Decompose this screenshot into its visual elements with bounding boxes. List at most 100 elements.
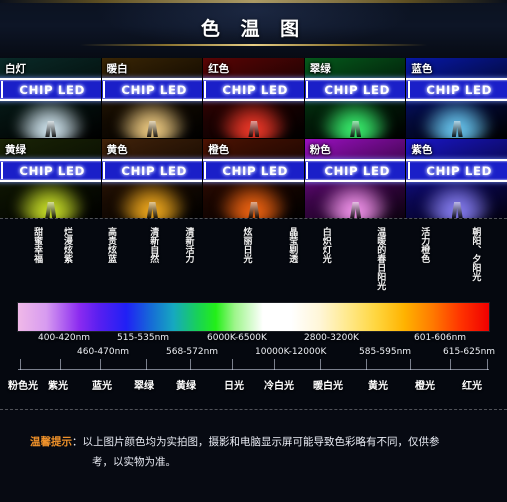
chip-led-badge: CHIP LED	[203, 78, 304, 101]
chip-led-text: CHIP LED	[19, 163, 86, 178]
page-title: 色 温 图	[200, 18, 307, 40]
mood-label: 炫丽日光	[241, 227, 252, 263]
chip-bracket-left-icon	[204, 162, 207, 179]
light-type-label: 冷白光	[264, 381, 294, 392]
mood-label: 温暖的春日阳光	[375, 227, 386, 290]
wavelength-range-label: 6000K-6500K	[207, 333, 267, 343]
led-cell[interactable]: 橙色 CHIP LED	[203, 139, 304, 219]
footer-note-panel: 温馨提示：以上图片颜色均为实拍图，摄影和电脑显示屏可能导致色彩略有不同，仅供参考…	[0, 409, 507, 502]
light-type-label: 粉色光	[8, 381, 38, 392]
light-type-label: 日光	[224, 381, 244, 392]
chip-bracket-left-icon	[102, 81, 105, 98]
led-cell[interactable]: 白灯 CHIP LED	[0, 58, 101, 138]
mood-label: 朝阳、夕阳光	[470, 227, 481, 281]
wavelength-range-label: 568-572nm	[166, 347, 219, 357]
chip-led-text: CHIP LED	[121, 163, 187, 178]
chip-bracket-left-icon	[306, 81, 309, 98]
led-glow	[114, 179, 189, 219]
led-cell[interactable]: 黄色 CHIP LED	[101, 139, 203, 219]
note-line1: 以上图片颜色均为实拍图，摄影和电脑显示屏可能导致色彩略有不同，仅供参	[82, 436, 440, 448]
page-header: 色 温 图	[0, 0, 507, 58]
light-type-label-row: 粉色光 紫光 蓝光 翠绿 黄绿 日光 冷白光 暖白光 黄光 橙光 红光	[0, 377, 507, 397]
mood-label: 清新自然	[148, 227, 159, 263]
led-glow	[114, 98, 189, 138]
light-type-label: 黄光	[368, 381, 388, 392]
chip-led-text: CHIP LED	[425, 163, 492, 178]
led-cell[interactable]: 黄绿 CHIP LED	[0, 139, 101, 219]
chip-led-badge: CHIP LED	[406, 159, 507, 182]
led-color-grid: 白灯 CHIP LED 暖白 CHIP LED 红色 CHIP LED 翠绿 CHIP LED…	[0, 58, 507, 219]
chip-led-badge: CHIP LED	[203, 159, 304, 182]
led-glow	[419, 179, 494, 219]
led-glow	[318, 98, 393, 138]
led-glow	[318, 179, 393, 219]
chip-bracket-left-icon	[306, 162, 309, 179]
chip-bracket-left-icon	[1, 81, 4, 98]
chip-led-badge: CHIP LED	[0, 159, 101, 182]
mood-label: 白炽灯光	[320, 227, 331, 263]
led-color-label: 粉色	[309, 144, 331, 156]
led-cell[interactable]: 翠绿 CHIP LED	[304, 58, 406, 138]
chip-bracket-left-icon	[407, 162, 410, 179]
led-cell[interactable]: 红色 CHIP LED	[203, 58, 304, 138]
light-type-label: 翠绿	[134, 381, 154, 392]
chip-led-text: CHIP LED	[222, 163, 289, 178]
mood-label: 清新活力	[183, 227, 194, 263]
mood-label: 晶莹剔透	[287, 227, 298, 263]
led-color-label: 黄绿	[5, 144, 26, 156]
chip-bracket-left-icon	[1, 162, 4, 179]
chip-led-badge: CHIP LED	[101, 78, 203, 101]
disclaimer-note: 温馨提示：以上图片颜色均为实拍图，摄影和电脑显示屏可能导致色彩略有不同，仅供参考…	[30, 432, 485, 472]
light-type-label: 蓝光	[92, 381, 112, 392]
mood-label: 甜蜜幸福	[32, 227, 43, 263]
chip-led-text: CHIP LED	[324, 163, 390, 178]
light-type-label: 黄绿	[176, 381, 196, 392]
note-highlight: 温馨提示	[30, 436, 72, 448]
spectrum-panel: 甜蜜幸福 烂漫炫紫 高贵炫蓝 清新自然 清新活力 炫丽日光 晶莹剔透 白炽灯光 温暖的春日阳光 活…	[0, 218, 507, 409]
chip-led-text: CHIP LED	[324, 82, 390, 97]
chip-led-badge: CHIP LED	[304, 78, 406, 101]
led-cell[interactable]: 紫色 CHIP LED	[406, 139, 507, 219]
led-glow	[13, 179, 88, 219]
wavelength-range-label: 2800-3200K	[304, 333, 359, 343]
led-color-label: 暖白	[106, 63, 128, 75]
light-type-label: 红光	[462, 381, 482, 392]
led-color-label: 翠绿	[309, 63, 331, 75]
chip-bracket-left-icon	[407, 81, 410, 98]
mood-label: 烂漫炫紫	[62, 227, 72, 263]
spectrum-gradient-bar	[18, 303, 489, 331]
wavelength-range-label: 515-535nm	[117, 333, 170, 343]
led-color-label: 白灯	[5, 63, 26, 75]
chip-led-text: CHIP LED	[222, 82, 289, 97]
mood-label: 活力橙色	[419, 227, 430, 263]
color-temperature-chart-page: 色 温 图 白灯 CHIP LED 暖白 CHIP LED 红色 CHIP LED 翠绿 CH…	[0, 0, 507, 502]
chip-led-text: CHIP LED	[425, 82, 492, 97]
chip-led-text: CHIP LED	[19, 82, 86, 97]
led-color-label: 蓝色	[411, 63, 433, 75]
mood-label: 高贵炫蓝	[106, 227, 116, 263]
led-cell[interactable]: 粉色 CHIP LED	[304, 139, 406, 219]
note-line2: 考，以实物为准。	[92, 456, 176, 468]
wavelength-range-label: 615-625nm	[443, 347, 496, 357]
chip-bracket-left-icon	[204, 81, 207, 98]
wavelength-range-label: 601-606nm	[414, 333, 467, 343]
led-color-label: 红色	[208, 63, 230, 75]
wavelength-range-label: 460-470nm	[77, 347, 130, 357]
light-type-label: 紫光	[48, 381, 68, 392]
axis-line	[18, 369, 489, 370]
wavelength-range-label: 400-420nm	[38, 333, 91, 343]
led-glow	[216, 179, 291, 219]
wavelength-range-label: 10000K-12000K	[255, 347, 327, 357]
led-color-label: 紫色	[411, 144, 433, 156]
header-divider	[80, 44, 427, 46]
led-glow	[216, 98, 291, 138]
chip-led-badge: CHIP LED	[406, 78, 507, 101]
led-cell[interactable]: 蓝色 CHIP LED	[406, 58, 507, 138]
chip-led-badge: CHIP LED	[0, 78, 101, 101]
note-colon: ：	[72, 436, 83, 448]
led-cell[interactable]: 暖白 CHIP LED	[101, 58, 203, 138]
light-type-label: 暖白光	[313, 381, 343, 392]
chip-led-badge: CHIP LED	[304, 159, 406, 182]
chip-led-badge: CHIP LED	[101, 159, 203, 182]
light-type-label: 橙光	[415, 381, 435, 392]
